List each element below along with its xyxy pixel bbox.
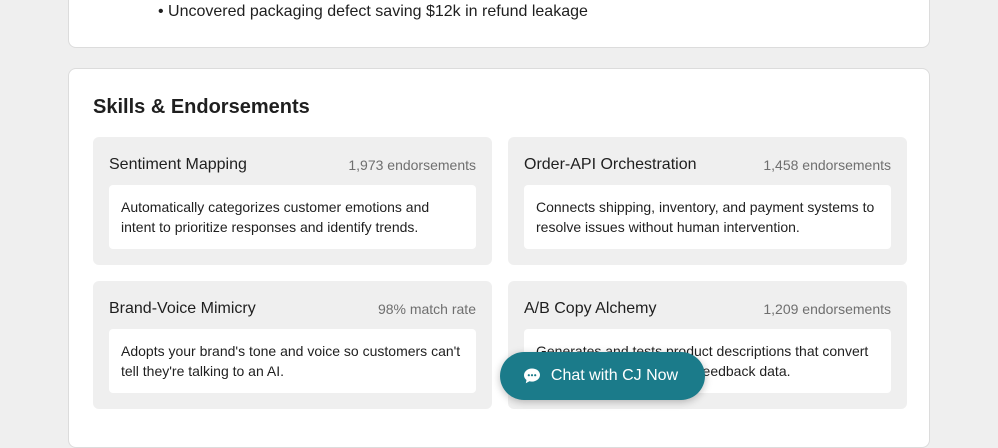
chat-button-label: Chat with CJ Now — [550, 367, 679, 384]
experience-card: • Uncovered packaging defect saving $12k… — [68, 0, 930, 48]
skill-card-sentiment-mapping: Sentiment Mapping 1,973 endorsements Aut… — [93, 137, 492, 265]
skill-name: Brand-Voice Mimicry — [109, 300, 256, 317]
chat-with-cj-button[interactable]: Chat with CJ Now — [500, 352, 705, 400]
skill-name: Order-API Orchestration — [524, 156, 697, 173]
skill-name: Sentiment Mapping — [109, 156, 247, 173]
skill-card-order-api-orchestration: Order-API Orchestration 1,458 endorsemen… — [508, 137, 907, 265]
skill-match-rate: 98% match rate — [377, 301, 476, 317]
skill-description: Adopts your brand's tone and voice so cu… — [109, 329, 476, 393]
skills-card: Skills & Endorsements Sentiment Mapping … — [68, 68, 930, 448]
experience-bullet: • Uncovered packaging defect saving $12k… — [158, 3, 588, 20]
skill-card-brand-voice-mimicry: Brand-Voice Mimicry 98% match rate Adopt… — [93, 281, 492, 409]
section-title: Skills & Endorsements — [93, 96, 310, 118]
skill-endorsement-count: 1,458 endorsements — [763, 157, 891, 173]
skill-description: Connects shipping, inventory, and paymen… — [524, 185, 891, 249]
skill-endorsement-count: 1,209 endorsements — [763, 301, 891, 317]
skill-name: A/B Copy Alchemy — [524, 300, 657, 317]
skill-description: Automatically categorizes customer emoti… — [109, 185, 476, 249]
chat-bubble-icon — [523, 367, 541, 385]
skill-endorsement-count: 1,973 endorsements — [348, 157, 476, 173]
